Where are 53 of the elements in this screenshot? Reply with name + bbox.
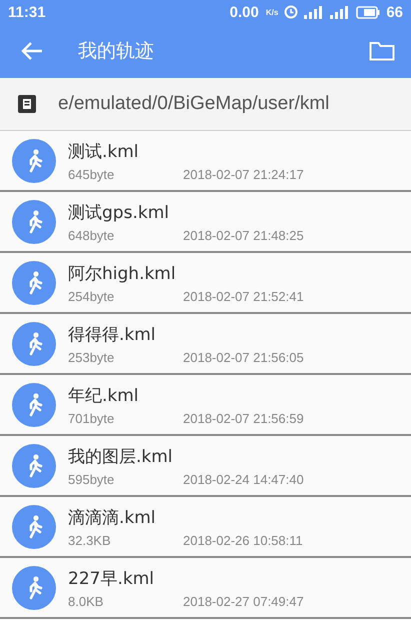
file-size: 595byte: [68, 472, 116, 486]
battery-level: 66: [386, 4, 403, 20]
file-item[interactable]: 得得得.kml 253byte 2018-02-07 21:56:05: [0, 314, 411, 375]
file-date: 2018-02-27 07:49:47: [183, 594, 304, 608]
file-size: 253byte: [68, 350, 116, 364]
walking-person-icon: [12, 322, 56, 366]
file-item[interactable]: 年纪.kml 701byte 2018-02-07 21:56:59: [0, 375, 411, 436]
folder-button[interactable]: [369, 41, 395, 61]
signal-icon: [330, 6, 350, 18]
file-size: 8.0KB: [68, 594, 104, 608]
walking-person-icon: [12, 504, 56, 548]
file-name: 阿尔high.kml: [68, 262, 177, 284]
file-item[interactable]: 测试gps.kml 648byte 2018-02-07 21:48:25: [0, 192, 411, 253]
file-date: 2018-02-07 21:24:17: [183, 166, 304, 182]
file-size: 701byte: [68, 410, 116, 426]
file-date: 2018-02-07 21:56:59: [183, 410, 304, 426]
file-date: 2018-02-07 21:52:41: [183, 288, 304, 304]
speed-unit: K/s: [266, 8, 278, 16]
file-name: 年纪.kml: [68, 384, 140, 406]
alarm-icon: [284, 5, 298, 19]
walking-person-icon: [12, 444, 56, 488]
file-size: 32.3KB: [68, 532, 112, 548]
file-name: 测试.kml: [68, 140, 140, 162]
walking-person-icon: [12, 138, 56, 182]
file-date: 2018-02-07 21:48:25: [183, 228, 304, 242]
folder-path: e/emulated/0/BiGeMap/user/kml: [58, 93, 330, 115]
file-date: 2018-02-26 10:58:11: [183, 532, 303, 548]
file-size: 648byte: [68, 228, 116, 242]
file-item[interactable]: 我的图层.kml 595byte 2018-02-24 14:47:40: [0, 436, 411, 497]
save-icon: [17, 94, 37, 114]
walking-person-icon: [12, 200, 56, 244]
file-item[interactable]: 227早.kml 8.0KB 2018-02-27 07:49:47: [0, 558, 411, 619]
file-name: 227早.kml: [68, 568, 155, 590]
file-date: 2018-02-07 21:56:05: [183, 350, 304, 364]
walking-person-icon: [12, 260, 56, 304]
file-date: 2018-02-24 14:47:40: [183, 472, 304, 486]
file-name: 得得得.kml: [68, 324, 157, 346]
file-size: 254byte: [68, 288, 116, 304]
file-item[interactable]: 测试.kml 645byte 2018-02-07 21:24:17: [0, 131, 411, 192]
file-name: 测试gps.kml: [68, 202, 170, 224]
file-size: 645byte: [68, 166, 116, 182]
screen-title: 我的轨迹: [78, 39, 155, 64]
clock-time: 11:31: [8, 4, 46, 20]
file-item[interactable]: 阿尔high.kml 254byte 2018-02-07 21:52:41: [0, 253, 411, 314]
back-button[interactable]: [20, 41, 44, 61]
network-speed: 0.00: [230, 4, 259, 20]
walking-person-icon: [12, 382, 56, 426]
file-name: 我的图层.kml: [68, 446, 174, 468]
file-item[interactable]: 滴滴滴.kml 32.3KB 2018-02-26 10:58:11: [0, 497, 411, 558]
battery-icon: [356, 6, 380, 18]
file-name: 滴滴滴.kml: [68, 506, 157, 528]
walking-person-icon: [12, 566, 56, 610]
signal-icon: [304, 6, 324, 18]
